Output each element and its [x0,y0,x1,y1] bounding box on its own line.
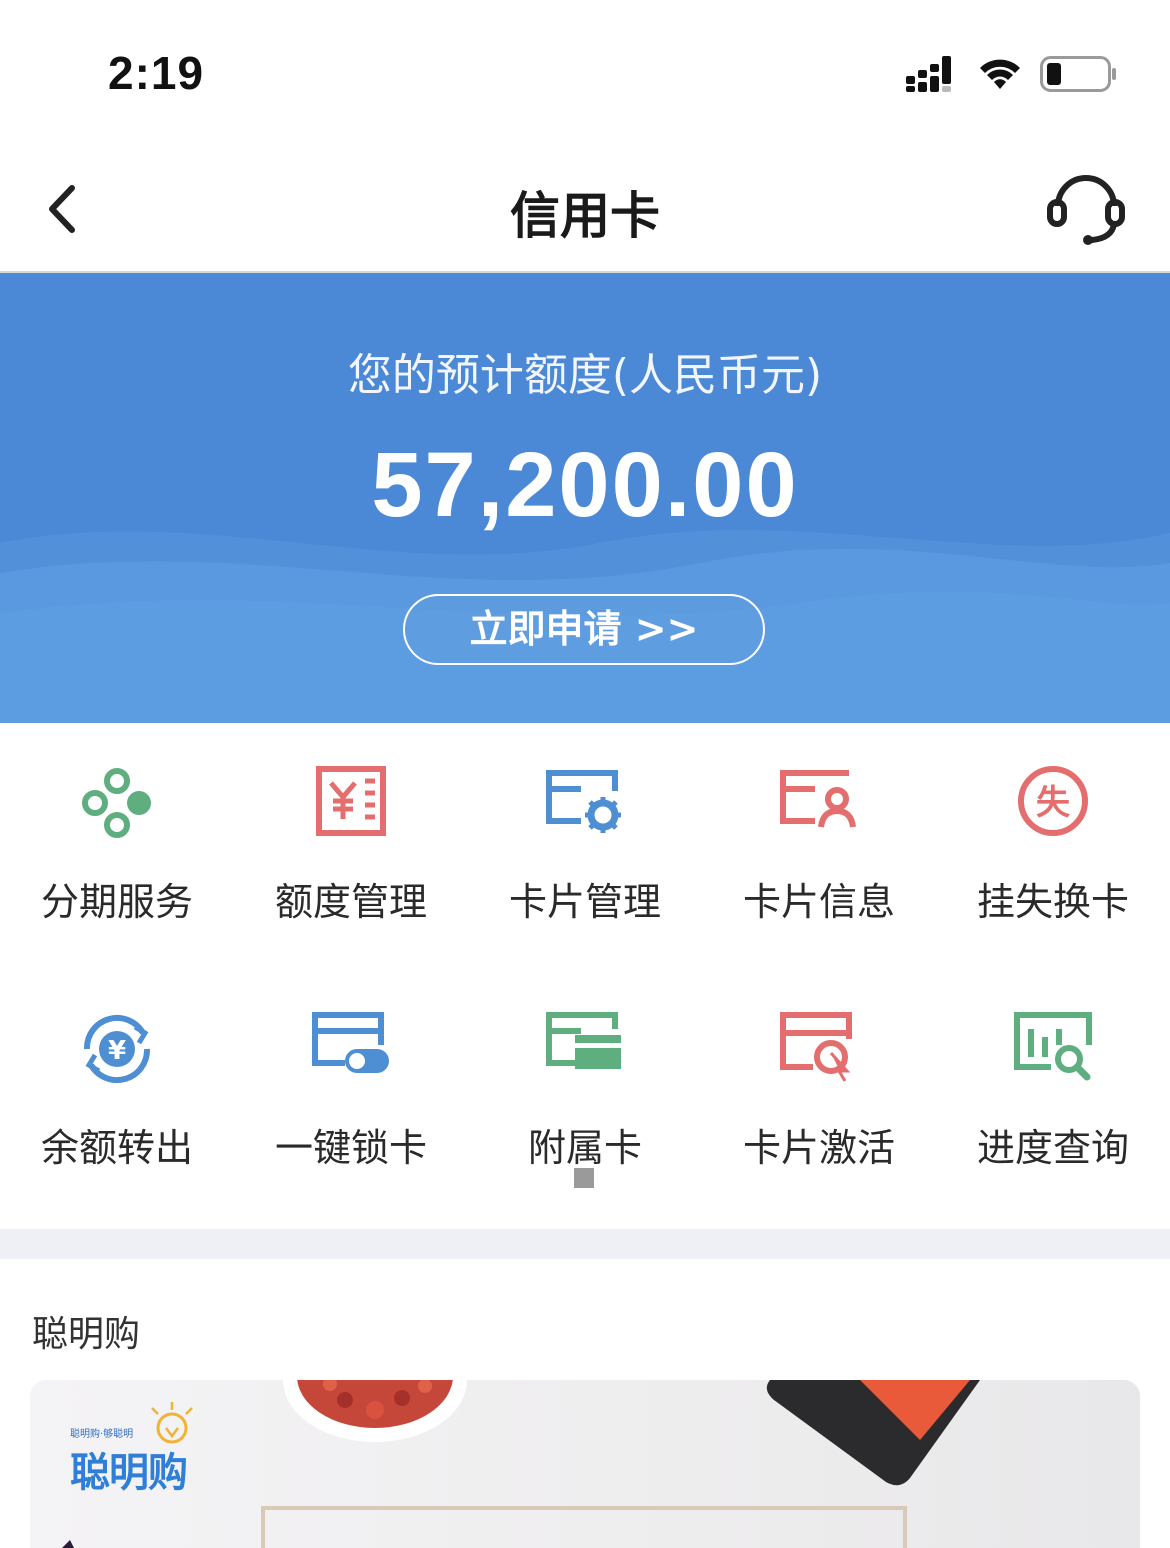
function-grid: 分期服务 额度管理 卡片管理 卡片信息 失 挂失换卡 ¥ 余额转出 一键锁卡 附… [0,723,1170,1229]
apply-now-button[interactable]: 立即申请 >> [403,594,765,665]
grid-label: 分期服务 [40,880,193,924]
grid-item-report-loss[interactable]: 失 挂失换卡 [936,723,1170,924]
grid-item-credit-limit[interactable]: 额度管理 [234,723,468,924]
grid-label: 进度查询 [976,1126,1129,1170]
grid-label: 一键锁卡 [274,1126,427,1170]
headset-icon[interactable] [1046,170,1126,246]
grid-item-card-activate[interactable]: 卡片激活 [702,969,936,1170]
promo-banner[interactable]: 聪明购·够聪明 聪明购 [30,1380,1140,1548]
promo-illustration [62,1380,980,1548]
credit-limit-icon [316,766,386,836]
grid-label: 卡片管理 [508,880,661,924]
credit-limit-banner: 您的预计额度(人民币元) 57,200.00 立即申请 >> [0,273,1170,723]
cellular-signal-icon [906,56,951,92]
card-activate-icon [780,1012,852,1082]
status-time: 2:19 [108,47,205,99]
svg-text:失: 失 [1036,783,1071,823]
grid-label: 附属卡 [527,1126,642,1170]
grid-label: 额度管理 [274,880,427,924]
section-title: 聪明购 [32,1314,141,1355]
supplementary-card-icon [546,1012,621,1069]
smart-shopping-section: 聪明购 聪明购·够聪明 聪明购 [0,1259,1170,1548]
promo-logo: 聪明购 [70,1450,188,1496]
estimated-limit-amount: 57,200.00 [371,434,799,536]
grid-item-supplementary-card[interactable]: 附属卡 [468,969,702,1170]
grid-item-card-management[interactable]: 卡片管理 [468,723,702,924]
grid-item-progress-query[interactable]: 进度查询 [936,969,1170,1170]
nav-bar: 信用卡 [0,140,1170,273]
page-title: 信用卡 [510,187,660,245]
status-bar: 2:19 [0,0,1170,140]
grid-item-balance-transfer[interactable]: ¥ 余额转出 [0,969,234,1170]
progress-query-icon [1014,1012,1092,1081]
grid-label: 卡片激活 [742,1126,895,1170]
grid-label: 余额转出 [40,1126,193,1170]
svg-text:¥: ¥ [108,1036,126,1066]
section-divider [0,1229,1170,1259]
card-info-icon [780,770,856,828]
installment-icon [82,768,151,838]
estimated-limit-label: 您的预计额度(人民币元) [347,350,823,401]
grid-item-card-lock[interactable]: 一键锁卡 [234,969,468,1170]
report-loss-icon: 失 [1018,766,1088,836]
grid-item-card-info[interactable]: 卡片信息 [702,723,936,924]
grid-item-installment[interactable]: 分期服务 [0,723,234,924]
page-indicator [574,1168,594,1188]
balance-transfer-icon: ¥ [83,1014,151,1084]
promo-logo-tagline: 聪明购·够聪明 [70,1429,134,1440]
grid-label: 挂失换卡 [976,880,1129,924]
card-lock-icon [312,1012,389,1073]
card-settings-icon [546,770,621,833]
grid-label: 卡片信息 [742,880,895,924]
wifi-icon [980,59,1020,89]
battery-icon [1040,56,1116,92]
